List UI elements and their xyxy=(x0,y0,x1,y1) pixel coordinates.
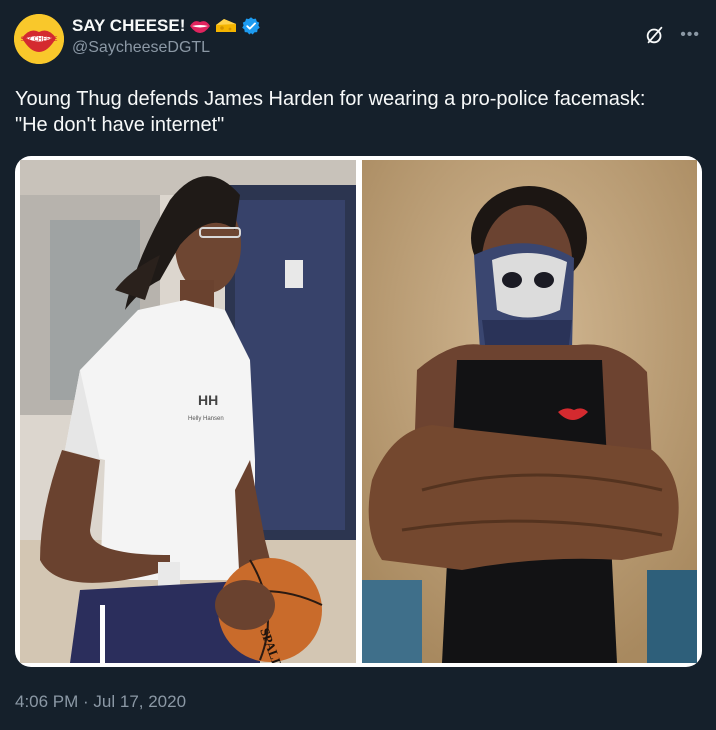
tweet-header: SAY CHEESE SAY CHEESE! @SaycheeseDGTL xyxy=(14,14,261,64)
right-photo-illustration xyxy=(362,160,697,663)
svg-text:SAY CHEESE: SAY CHEESE xyxy=(20,36,57,43)
tweet-timestamp[interactable]: 4:06 PM · Jul 17, 2020 xyxy=(15,692,186,712)
media-photo-left[interactable]: HH Helly Hansen SPALDING xyxy=(20,160,356,663)
avatar[interactable]: SAY CHEESE xyxy=(14,14,64,64)
cheese-emoji-icon xyxy=(216,19,237,32)
tweet-top-actions: ••• xyxy=(644,24,700,46)
lips-emoji-icon xyxy=(190,21,211,33)
shirt-brand-text: Helly Hansen xyxy=(188,416,224,422)
left-photo-illustration: HH Helly Hansen SPALDING xyxy=(20,160,356,663)
tweet-media: HH Helly Hansen SPALDING xyxy=(15,156,702,667)
account-handle[interactable]: @SaycheeseDGTL xyxy=(72,39,261,57)
grok-icon[interactable] xyxy=(644,24,666,46)
display-name[interactable]: SAY CHEESE! xyxy=(72,16,185,36)
tweet-text-line-1: Young Thug defends James Harden for wear… xyxy=(15,88,646,110)
verified-badge-icon xyxy=(242,17,261,35)
shirt-logo-text: HH xyxy=(198,392,218,408)
tweet-text-line-2: "He don't have internet" xyxy=(15,114,225,136)
account-names: SAY CHEESE! @SaycheeseDGTL xyxy=(72,16,261,57)
more-options-icon[interactable]: ••• xyxy=(680,27,700,43)
avatar-lips-logo: SAY CHEESE xyxy=(14,14,64,64)
media-photo-right[interactable] xyxy=(362,160,697,663)
tweet-text: Young Thug defends James Harden for wear… xyxy=(15,86,705,138)
